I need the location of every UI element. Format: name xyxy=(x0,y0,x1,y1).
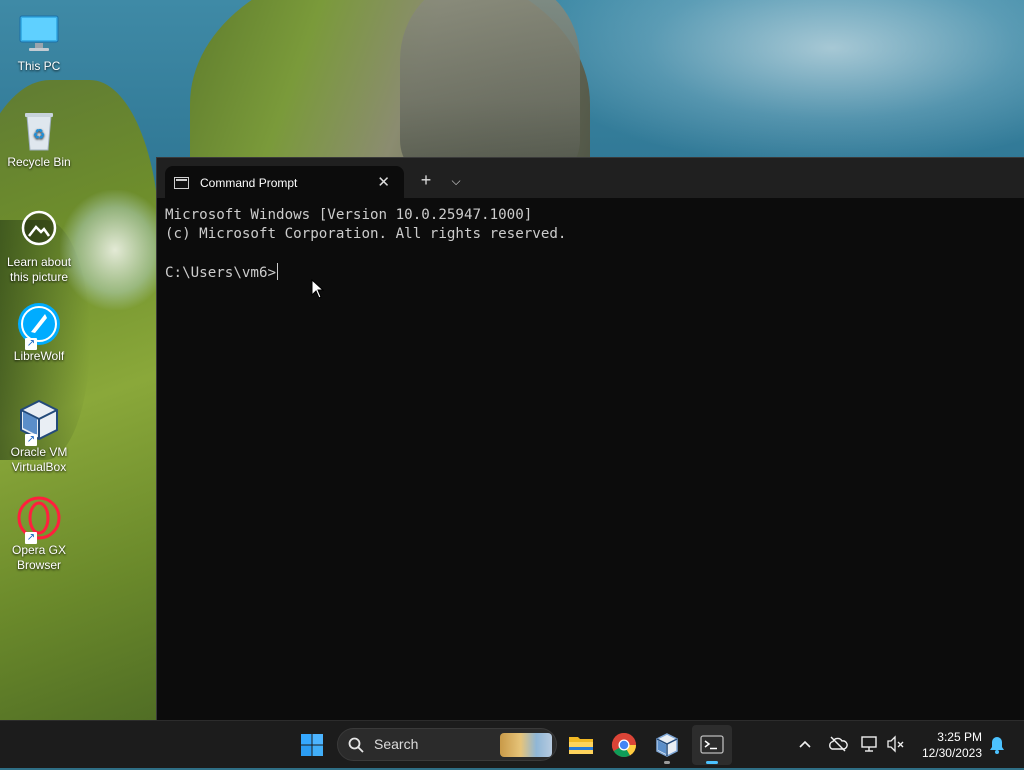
desktop-icon-label: Learn about this picture xyxy=(6,255,72,284)
console-line: Microsoft Windows [Version 10.0.25947.10… xyxy=(165,207,533,223)
chevron-down-icon[interactable]: ⌵ xyxy=(445,170,467,192)
notification-bell-icon[interactable] xyxy=(988,735,1006,755)
tab-title: Command Prompt xyxy=(200,176,298,190)
terminal-tab-bar: Command Prompt ✕ + ⌵ xyxy=(157,158,1024,198)
desktop-icon-label: Opera GX Browser xyxy=(11,543,67,572)
taskbar-search-box[interactable]: Search xyxy=(337,728,557,761)
desktop-icon-this-pc[interactable]: This PC xyxy=(4,12,74,74)
desktop-icon-label: Oracle VM VirtualBox xyxy=(10,445,68,474)
taskbar-chrome[interactable] xyxy=(604,725,644,765)
shortcut-arrow-icon: ↗ xyxy=(25,434,37,446)
desktop-icon-learn-about-picture[interactable]: Learn about this picture xyxy=(4,208,74,285)
terminal-icon xyxy=(700,735,724,754)
console-line: (c) Microsoft Corporation. All rights re… xyxy=(165,226,567,242)
desktop-icon-opera-gx[interactable]: ↗ Opera GX Browser xyxy=(4,496,74,573)
chevron-up-icon[interactable] xyxy=(798,737,812,751)
terminal-window[interactable]: Command Prompt ✕ + ⌵ Microsoft Windows [… xyxy=(156,157,1024,721)
volume-muted-icon[interactable] xyxy=(886,735,906,753)
shortcut-arrow-icon: ↗ xyxy=(25,338,37,350)
rock-face xyxy=(400,0,580,180)
taskbar-file-explorer[interactable] xyxy=(561,725,601,765)
monitor-icon xyxy=(17,12,61,56)
chrome-icon xyxy=(611,733,636,758)
clock-date: 12/30/2023 xyxy=(921,746,982,760)
ocean-surf xyxy=(60,190,170,310)
taskbar-clock[interactable]: 3:25 PM 12/30/2023 xyxy=(922,729,982,761)
sea-glint xyxy=(544,0,1024,160)
windows-logo-icon xyxy=(301,734,323,756)
shortcut-arrow-icon: ↗ xyxy=(25,532,37,544)
desktop-icon-label: This PC xyxy=(17,59,61,73)
search-highlight-art xyxy=(500,733,552,757)
onedrive-offline-icon[interactable] xyxy=(828,735,848,753)
network-icon[interactable] xyxy=(860,735,880,753)
text-caret xyxy=(277,263,279,280)
desktop-icon-librewolf[interactable]: ↗ LibreWolf xyxy=(4,302,74,364)
command-prompt-path: C:\Users\vm6> xyxy=(165,265,277,281)
taskbar-terminal[interactable] xyxy=(692,725,732,765)
opera-gx-icon: ↗ xyxy=(17,496,61,544)
desktop-icon-label: Recycle Bin xyxy=(7,155,71,169)
taskbar: Search 3:25 PM 12/30/2023 xyxy=(0,720,1024,768)
svg-text:♻: ♻ xyxy=(33,127,46,143)
desktop-icon-label: LibreWolf xyxy=(13,349,65,363)
recycle-bin-icon: ♻ xyxy=(17,108,61,152)
start-button[interactable] xyxy=(292,725,332,765)
virtualbox-icon: ↗ xyxy=(17,398,61,446)
desktop-icon-recycle-bin[interactable]: ♻ Recycle Bin xyxy=(4,108,74,170)
prompt-line: C:\Users\vm6> xyxy=(165,263,1015,283)
clock-time: 3:25 PM xyxy=(937,730,982,744)
tab-command-prompt[interactable]: Command Prompt ✕ xyxy=(165,166,404,198)
running-indicator xyxy=(664,761,670,764)
close-icon[interactable]: ✕ xyxy=(377,173,390,191)
search-label: Search xyxy=(374,736,419,752)
taskbar-virtualbox[interactable] xyxy=(647,725,687,765)
camera-info-icon xyxy=(17,208,61,252)
desktop-icon-virtualbox[interactable]: ↗ Oracle VM VirtualBox xyxy=(4,398,74,475)
new-tab-button[interactable]: + xyxy=(415,170,437,192)
console-output[interactable]: Microsoft Windows [Version 10.0.25947.10… xyxy=(165,206,1015,706)
folder-icon xyxy=(569,737,593,754)
mouse-pointer-icon xyxy=(311,279,325,299)
librewolf-icon: ↗ xyxy=(17,302,61,350)
search-icon xyxy=(348,737,364,753)
virtualbox-icon xyxy=(656,733,678,757)
active-indicator xyxy=(706,761,718,764)
command-prompt-icon xyxy=(174,177,189,189)
